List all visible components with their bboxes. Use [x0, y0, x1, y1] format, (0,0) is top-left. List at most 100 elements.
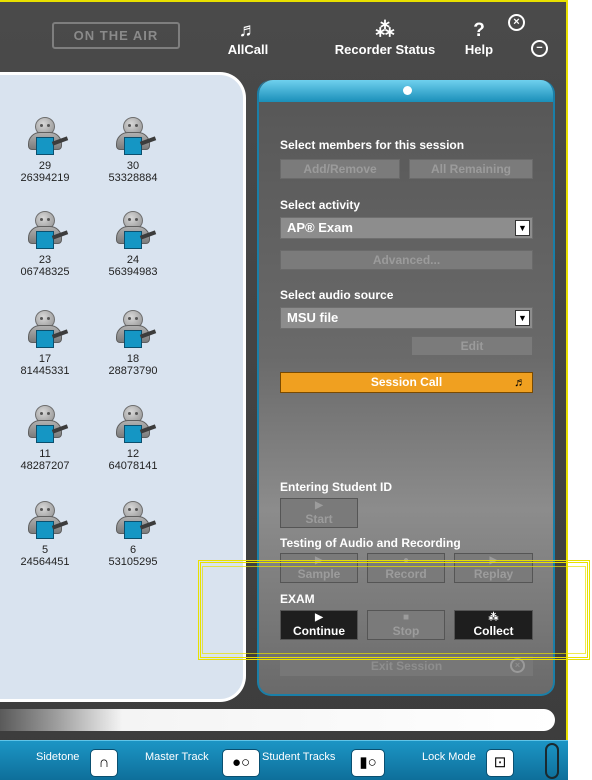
scroll-handle[interactable]: [545, 743, 559, 779]
seat-number: 24: [126, 254, 140, 266]
lock-icon: ⊡: [493, 754, 507, 771]
play-icon: ▶: [489, 555, 498, 566]
testing-label: Testing of Audio and Recording: [280, 536, 461, 550]
recorder-status-button[interactable]: ⁂ Recorder Status: [322, 20, 448, 57]
student-seat[interactable]: 24 56394983: [94, 211, 172, 278]
student-id: 24564451: [20, 556, 70, 568]
replay-label: Replay: [473, 567, 514, 581]
panel-dot-icon: [403, 86, 412, 95]
session-call-button[interactable]: Session Call ♬: [280, 372, 533, 393]
student-id: 56394983: [108, 266, 158, 278]
allcall-icon: ♬: [238, 20, 258, 41]
sidetone-button[interactable]: ∩: [90, 749, 118, 777]
entering-student-id-label: Entering Student ID: [280, 480, 392, 494]
exit-session-label: Exit Session: [370, 659, 443, 673]
continue-button[interactable]: ▶ Continue: [280, 610, 358, 640]
recorder-status-label: Recorder Status: [334, 42, 436, 57]
student-seat[interactable]: 18 28873790: [94, 310, 172, 377]
select-activity-label: Select activity: [280, 198, 361, 212]
student-seat[interactable]: 29 26394219: [6, 117, 84, 184]
student-icon: [110, 117, 157, 159]
add-remove-button[interactable]: Add/Remove: [280, 159, 400, 179]
seat-number: 29: [38, 160, 52, 172]
toggle-icon: ●○: [231, 754, 251, 771]
continue-label: Continue: [293, 624, 345, 638]
close-icon[interactable]: ×: [508, 14, 525, 31]
student-icon: [22, 117, 69, 159]
seat-number: 5: [41, 544, 49, 556]
seat-number: 18: [126, 353, 140, 365]
session-call-label: Session Call: [370, 375, 443, 389]
select-audio-label: Select audio source: [280, 288, 394, 302]
record-icon: ●: [402, 555, 410, 566]
student-seat[interactable]: 12 64078141: [94, 405, 172, 472]
student-tracks-label: Student Tracks: [262, 751, 336, 763]
play-icon: ▶: [315, 555, 323, 566]
student-id: 26394219: [20, 172, 70, 184]
student-icon: [22, 501, 69, 543]
replay-button[interactable]: ▶ Replay: [454, 553, 533, 583]
help-icon: ?: [473, 20, 485, 41]
sample-label: Sample: [297, 567, 341, 581]
stop-icon: ■: [402, 612, 410, 623]
audio-source-value: MSU file: [287, 310, 339, 325]
edit-button[interactable]: Edit: [411, 336, 533, 356]
play-icon: ▶: [315, 612, 323, 623]
dropdown-arrow-icon[interactable]: ▼: [515, 310, 530, 326]
collect-icon: ⁂: [488, 612, 499, 623]
student-seat[interactable]: 30 53328884: [94, 117, 172, 184]
student-seat[interactable]: 6 53105295: [94, 501, 172, 568]
minimize-icon[interactable]: −: [531, 40, 548, 57]
all-remaining-button[interactable]: All Remaining: [409, 159, 533, 179]
panel-header: [259, 80, 553, 102]
activity-select[interactable]: AP® Exam ▼: [280, 217, 533, 239]
session-call-icon: ♬: [514, 375, 526, 389]
help-button[interactable]: ? Help: [458, 20, 500, 57]
student-id: 06748325: [20, 266, 70, 278]
seat-map: 29 26394219 30 53328884 23 06748325 24 56394983…: [0, 72, 246, 702]
seat-number: 12: [126, 448, 140, 460]
app-window: ON THE AIR ♬ AllCall ⁂ Recorder Status ?…: [0, 0, 568, 780]
lock-mode-button[interactable]: ⊡: [486, 749, 514, 777]
recorder-status-icon: ⁂: [375, 20, 395, 41]
dropdown-arrow-icon[interactable]: ▼: [515, 220, 530, 236]
bottom-toolbar: Sidetone ∩ Master Track ●○ Student Track…: [0, 740, 568, 780]
seat-number: 23: [38, 254, 52, 266]
stop-button[interactable]: ■ Stop: [367, 610, 445, 640]
allcall-button[interactable]: ♬ AllCall: [222, 20, 274, 57]
allcall-label: AllCall: [227, 42, 269, 57]
collect-label: Collect: [473, 624, 514, 638]
student-id: 28873790: [108, 365, 158, 377]
help-label: Help: [464, 42, 494, 57]
master-track-label: Master Track: [145, 751, 209, 763]
master-track-button[interactable]: ●○: [222, 749, 260, 777]
sample-button[interactable]: ▶ Sample: [280, 553, 358, 583]
progress-strip: [0, 709, 555, 731]
student-icon: [22, 310, 69, 352]
student-seat[interactable]: 5 24564451: [6, 501, 84, 568]
stop-label: Stop: [392, 624, 420, 638]
student-seat[interactable]: 23 06748325: [6, 211, 84, 278]
session-panel: Select members for this session Add/Remo…: [257, 80, 555, 696]
collect-button[interactable]: ⁂ Collect: [454, 610, 533, 640]
start-label: Start: [305, 512, 333, 526]
seat-number: 30: [126, 160, 140, 172]
headphones-icon: ∩: [98, 754, 110, 771]
student-seat[interactable]: 11 48287207: [6, 405, 84, 472]
exit-session-button[interactable]: Exit Session ×: [280, 656, 533, 676]
sidetone-label: Sidetone: [36, 751, 80, 763]
student-tracks-button[interactable]: ▮○: [351, 749, 385, 777]
seat-number: 6: [129, 544, 137, 556]
advanced-button[interactable]: Advanced...: [280, 250, 533, 270]
on-the-air-indicator: ON THE AIR: [52, 22, 180, 49]
lock-mode-label: Lock Mode: [422, 751, 476, 763]
student-icon: [22, 405, 69, 447]
close-icon: ×: [510, 658, 525, 673]
student-id: 48287207: [20, 460, 70, 472]
student-seat[interactable]: 17 81445331: [6, 310, 84, 377]
student-id: 81445331: [20, 365, 70, 377]
record-button[interactable]: ● Record: [367, 553, 445, 583]
audio-source-select[interactable]: MSU file ▼: [280, 307, 533, 329]
start-button[interactable]: ▶ Start: [280, 498, 358, 528]
student-icon: [110, 405, 157, 447]
